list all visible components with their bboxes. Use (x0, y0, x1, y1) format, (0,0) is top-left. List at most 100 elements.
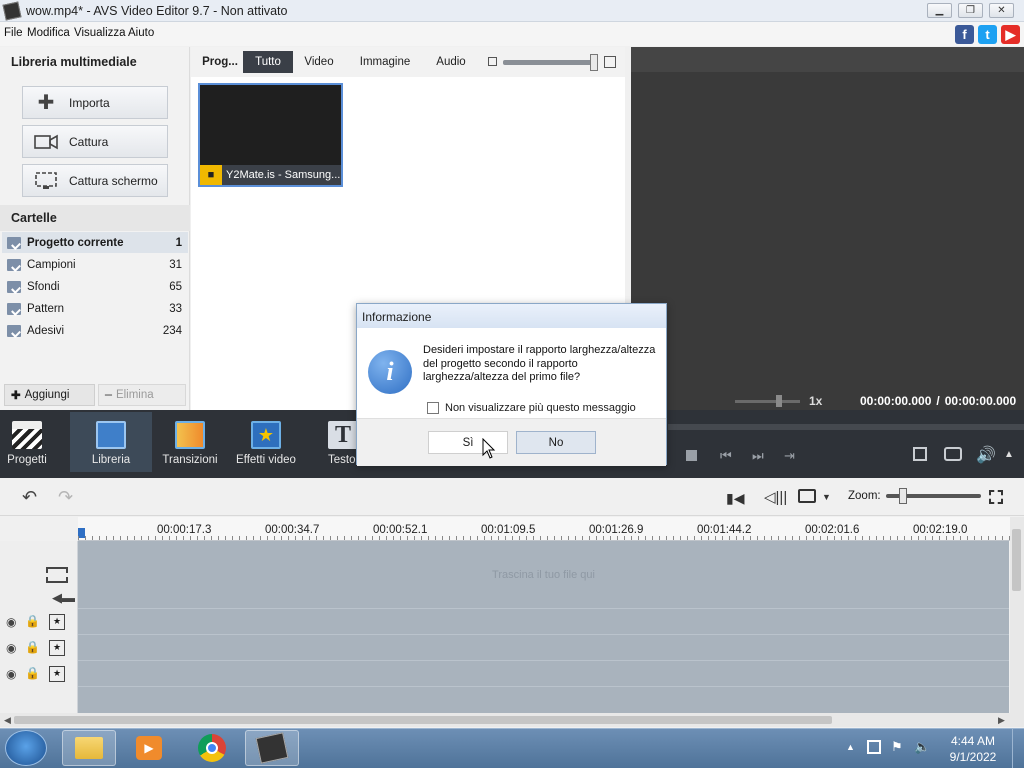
text-icon: T (328, 421, 358, 449)
next-frame-icon[interactable]: ⏭ (752, 448, 764, 464)
tab-video[interactable]: Video (298, 51, 340, 73)
split-icon[interactable]: ▮◀ (726, 490, 744, 507)
fit-timeline-icon[interactable] (989, 490, 1003, 504)
previous-frame-icon[interactable]: ⏮ (720, 448, 732, 464)
show-hidden-icons[interactable]: ▲ (846, 742, 855, 752)
action-center-icon[interactable]: ⚑ (891, 739, 903, 755)
eye-icon[interactable]: ◉ (6, 667, 16, 681)
zoom-label: Zoom: (848, 490, 881, 502)
tool-label: Libreria (91, 454, 131, 466)
volume-icon[interactable]: 🔊 (976, 445, 996, 465)
show-desktop-button[interactable] (1012, 729, 1024, 768)
large-thumbs-icon[interactable] (604, 56, 616, 68)
timeline-tracks[interactable] (78, 541, 1009, 713)
menu-file[interactable]: File (4, 27, 23, 39)
folder-pattern[interactable]: Pattern 33 (2, 298, 188, 319)
folder-adesivi[interactable]: Adesivi 234 (2, 320, 188, 341)
timeline-vertical-scrollbar[interactable] (1010, 517, 1024, 713)
eye-icon[interactable]: ◉ (6, 615, 16, 629)
track-divider (78, 686, 1009, 687)
clock[interactable]: 4:44 AM 9/1/2022 (938, 733, 1008, 765)
folder-label: Sfondi (27, 280, 60, 293)
tool-progetti[interactable]: Progetti (0, 412, 54, 472)
twitter-icon[interactable]: t (978, 25, 997, 44)
small-thumbs-icon[interactable] (488, 57, 497, 66)
thumb-size-slider[interactable] (503, 60, 597, 65)
menu-visualizza[interactable]: Visualizza (74, 27, 126, 39)
time-separator: / (936, 394, 940, 408)
audio-track-icon: ◀▬ (52, 590, 75, 605)
tab-audio[interactable]: Audio (430, 51, 472, 73)
tab-progetto[interactable]: Prog... (199, 51, 241, 73)
zoom-slider-handle[interactable] (899, 488, 907, 504)
tool-libreria[interactable]: Libreria (70, 412, 152, 472)
no-button[interactable]: No (516, 431, 596, 454)
info-icon: i (368, 350, 412, 394)
effect-track-icon: ★ (49, 640, 65, 656)
tab-immagine[interactable]: Immagine (355, 51, 415, 73)
clock-date: 9/1/2022 (949, 750, 997, 764)
add-folder-button[interactable]: ✚ Aggiungi (4, 384, 95, 406)
folder-icon (75, 737, 103, 759)
restore-button[interactable]: ❐ (958, 3, 983, 18)
volume-dropdown-icon[interactable]: ▲ (1004, 449, 1014, 460)
delete-folder-button[interactable]: ━ Elimina (98, 384, 186, 406)
close-button[interactable]: ✕ (989, 3, 1014, 18)
tool-effetti-video[interactable]: ★ Effetti video (228, 412, 304, 472)
taskbar-avs-video-editor[interactable] (245, 730, 299, 766)
checkbox-box[interactable] (427, 402, 439, 414)
youtube-icon[interactable]: ▶ (1001, 25, 1020, 44)
fullscreen-icon[interactable] (913, 447, 927, 461)
tool-label: Testo (328, 454, 356, 466)
lock-icon[interactable]: 🔒 (25, 640, 40, 654)
stop-icon[interactable] (686, 450, 697, 461)
dont-show-again-checkbox[interactable]: Non visualizzare più questo messaggio (427, 402, 636, 414)
seek-bar[interactable] (668, 424, 1024, 430)
folder-campioni[interactable]: Campioni 31 (2, 254, 188, 275)
yes-button[interactable]: Sì (428, 431, 508, 454)
capture-label: Cattura (69, 134, 109, 149)
volume-tray-icon[interactable]: 🔈 (914, 739, 930, 755)
redo-icon[interactable]: ↷ (58, 487, 73, 508)
folder-icon (7, 236, 21, 249)
menu-aiuto[interactable]: Aiuto (128, 27, 154, 39)
import-button[interactable]: ✚ Importa (22, 86, 168, 119)
speed-label: 1x (809, 394, 823, 408)
folder-count: 65 (169, 280, 182, 293)
storyboard-icon[interactable] (798, 489, 816, 503)
ruler-tick: 00:00:34.7 (265, 524, 320, 536)
title-bar: wow.mp4* - AVS Video Editor 9.7 - Non at… (0, 0, 1024, 22)
menu-modifica[interactable]: Modifica (27, 27, 70, 39)
taskbar-explorer[interactable] (62, 730, 116, 766)
eye-icon[interactable]: ◉ (6, 641, 16, 655)
storyboard-dropdown-icon[interactable]: ▼ (822, 492, 831, 502)
taskbar-chrome[interactable] (185, 730, 239, 766)
lock-icon[interactable]: 🔒 (25, 614, 40, 628)
video-camera-icon: ■ (200, 165, 222, 185)
slider-handle[interactable] (590, 54, 598, 71)
audio-mixer-icon[interactable]: ◁||| (764, 488, 787, 506)
timeline-horizontal-scrollbar[interactable]: ◀ ▶ (0, 713, 1024, 727)
lock-icon[interactable]: 🔒 (25, 666, 40, 680)
folder-icon (7, 258, 21, 271)
next-clip-icon[interactable]: ⇥ (784, 448, 795, 464)
speed-slider-handle[interactable] (776, 395, 782, 407)
folder-sfondi[interactable]: Sfondi 65 (2, 276, 188, 297)
network-icon[interactable] (867, 740, 881, 754)
minimize-button[interactable]: ▁ (927, 3, 952, 18)
undo-icon[interactable]: ↶ (22, 487, 37, 508)
start-button[interactable] (5, 730, 47, 766)
folder-progetto-corrente[interactable]: Progetto corrente 1 (2, 232, 188, 253)
track-divider (78, 660, 1009, 661)
tool-transizioni[interactable]: Transizioni (153, 412, 227, 472)
taskbar-media-player[interactable]: ▶ (122, 730, 176, 766)
media-thumbnail[interactable]: ■ Y2Mate.is - Samsung... (198, 83, 343, 187)
tab-tutto[interactable]: Tutto (243, 51, 293, 73)
capture-button[interactable]: Cattura (22, 125, 168, 158)
speed-slider[interactable] (735, 400, 800, 403)
snapshot-icon[interactable] (944, 447, 962, 461)
screen-capture-button[interactable]: Cattura schermo (22, 164, 168, 197)
tool-testo[interactable]: T Testo (305, 412, 358, 472)
facebook-icon[interactable]: f (955, 25, 974, 44)
tool-label: Progetti (7, 454, 47, 466)
